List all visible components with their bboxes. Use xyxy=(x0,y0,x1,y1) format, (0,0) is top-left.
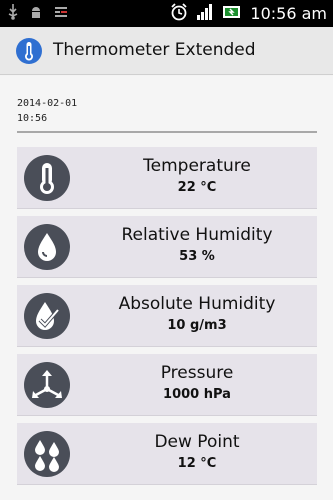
measurement-label: Dew Point xyxy=(154,432,240,452)
measurement-value: 12 °C xyxy=(177,456,217,471)
pressure-arrows-icon xyxy=(23,361,71,409)
reading-timestamp: 2014-02-01 10:56 xyxy=(17,96,77,126)
action-bar: Thermometer Extended xyxy=(0,27,333,75)
alarm-icon xyxy=(170,3,188,25)
usb-icon xyxy=(8,4,18,20)
absolute-humidity-card[interactable]: Absolute Humidity 10 g/m3 xyxy=(17,285,317,347)
dew-drops-icon xyxy=(23,430,71,478)
measurement-value: 53 % xyxy=(179,249,215,264)
android-debug-icon xyxy=(30,5,42,19)
measurement-label: Temperature xyxy=(143,156,251,176)
main-content: 2014-02-01 10:56 Temperature 22 °C Relat… xyxy=(0,76,333,500)
drop-icon xyxy=(23,223,71,271)
divider xyxy=(17,131,317,133)
status-time: 10:56 am xyxy=(250,4,327,23)
signal-icon xyxy=(196,4,214,24)
thermometer-icon xyxy=(23,154,71,202)
measurement-label: Pressure xyxy=(160,363,234,383)
relative-humidity-card[interactable]: Relative Humidity 53 % xyxy=(17,216,317,278)
status-bar: 10:56 am xyxy=(0,0,333,27)
reading-time: 10:56 xyxy=(17,113,48,124)
pressure-card[interactable]: Pressure 1000 hPa xyxy=(17,354,317,416)
measurement-label: Absolute Humidity xyxy=(118,294,276,314)
reading-date: 2014-02-01 xyxy=(17,98,78,109)
notification-icon xyxy=(54,5,68,19)
measurement-value: 22 °C xyxy=(177,180,217,195)
measurement-label: Relative Humidity xyxy=(121,225,273,245)
app-title: Thermometer Extended xyxy=(53,40,256,60)
temperature-card[interactable]: Temperature 22 °C xyxy=(17,147,317,209)
drop-check-icon xyxy=(23,292,71,340)
thermometer-icon xyxy=(15,37,43,65)
measurement-value: 10 g/m3 xyxy=(167,318,227,333)
measurement-value: 1000 hPa xyxy=(163,387,231,402)
battery-icon xyxy=(222,4,242,24)
dew-point-card[interactable]: Dew Point 12 °C xyxy=(17,423,317,485)
